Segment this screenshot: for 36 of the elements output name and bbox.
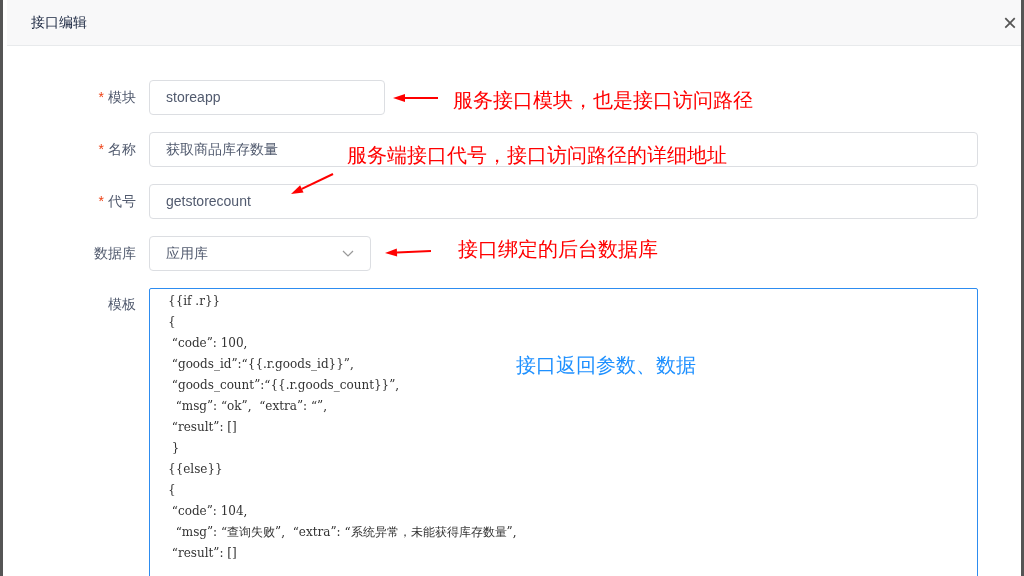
template-editor[interactable] — [149, 288, 978, 576]
code-line: “code”: 100, — [170, 335, 248, 352]
code-line: “msg”: “查询失败”, “extra”: “系统异常，未能获得库存数量”, — [174, 524, 517, 541]
field-value: 获取商品库存数量 — [166, 140, 278, 159]
required-mark: * — [98, 88, 104, 107]
code-line: “result”: [] — [170, 419, 237, 436]
code-line: “msg”: “ok”, “extra”: “”, — [174, 398, 327, 415]
field-label: 模块 — [108, 88, 136, 107]
code-line: {{else}} — [168, 461, 223, 478]
code-line: { — [168, 482, 176, 499]
select-field[interactable]: 应用库 — [149, 236, 371, 271]
field-value: 应用库 — [166, 244, 208, 263]
annotation-text: 接口返回参数、数据 — [516, 353, 696, 378]
field-label: 模板 — [108, 295, 136, 314]
code-line: { — [168, 314, 176, 331]
code-line: “goods_count”:“{{.r.goods_count}}”, — [170, 377, 400, 394]
code-line: } — [170, 440, 180, 457]
field-value: getstorecount — [166, 192, 251, 211]
code-line: {{if .r}} — [168, 293, 221, 310]
input-field[interactable]: storeapp — [149, 80, 385, 115]
field-label: 代号 — [108, 192, 136, 211]
annotation-text: 服务端接口代号，接口访问路径的详细地址 — [347, 143, 727, 168]
required-mark: * — [98, 192, 104, 211]
field-label: 名称 — [108, 140, 136, 159]
code-line: “result”: [] — [170, 545, 237, 562]
annotation-text: 服务接口模块，也是接口访问路径 — [453, 88, 753, 113]
annotation-text: 接口绑定的后台数据库 — [458, 237, 658, 262]
code-line: “goods_id”:“{{.r.goods_id}}”, — [170, 356, 354, 373]
required-mark: * — [98, 140, 104, 159]
input-field[interactable]: getstorecount — [149, 184, 978, 219]
chevron-down-icon — [342, 249, 354, 258]
dialog-title: 接口编辑 — [31, 13, 87, 32]
code-line: “code”: 104, — [170, 503, 248, 520]
field-value: storeapp — [166, 88, 221, 107]
close-button[interactable]: × — [1003, 10, 1017, 35]
field-label: 数据库 — [94, 244, 136, 263]
